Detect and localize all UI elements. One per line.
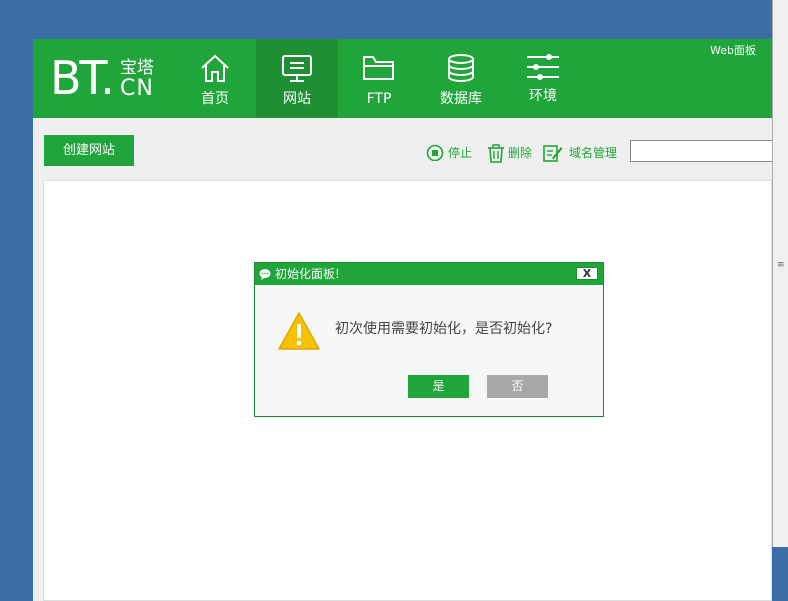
edit-document-icon [543, 145, 563, 162]
top-header: BT. 宝塔 CN 首页 网站 FTP 数据库 环境 Web面板 [33, 39, 772, 118]
logo-cn-top-text: 宝塔 [120, 58, 154, 78]
confirm-yes-button[interactable]: 是 [408, 375, 469, 398]
chat-bubble-icon [259, 269, 271, 280]
toolbar: 创建网站 停止 删除 域名管理 [33, 118, 772, 180]
page-scrollbar[interactable]: ≡ [772, 0, 788, 547]
create-website-button[interactable]: 创建网站 [44, 135, 134, 166]
nav-label-environment: 环境 [529, 88, 557, 104]
desktop-strip [772, 547, 788, 601]
logo-bt-text: BT. [50, 51, 115, 105]
database-icon [448, 54, 474, 82]
dialog-titlebar[interactable]: 初始化面板! [255, 263, 603, 285]
delete-label: 删除 [508, 146, 533, 160]
nav-item-database[interactable]: 数据库 [420, 39, 502, 118]
nav-item-ftp[interactable]: FTP [338, 39, 420, 118]
nav-label-website: 网站 [283, 91, 311, 107]
logo-cn-bottom-text: CN [120, 76, 154, 101]
dialog-message: 初次使用需要初始化，是否初始化? [335, 321, 553, 337]
stop-label: 停止 [448, 146, 473, 160]
nav-item-website[interactable]: 网站 [256, 39, 338, 118]
web-panel-label: Web面板 [710, 44, 756, 57]
trash-icon [488, 144, 504, 163]
dialog-title: 初始化面板! [275, 267, 340, 281]
stop-icon [426, 144, 444, 161]
folder-icon [363, 56, 394, 80]
stop-button[interactable]: 停止 [426, 143, 476, 163]
scrollbar-grip-icon: ≡ [777, 260, 785, 270]
nav-label-ftp: FTP [366, 91, 392, 107]
nav-label-home: 首页 [201, 91, 229, 107]
nav-label-database: 数据库 [440, 91, 482, 107]
sliders-icon [527, 54, 559, 80]
search-input[interactable] [630, 140, 772, 162]
confirm-no-button[interactable]: 否 [487, 375, 548, 398]
init-dialog: 初始化面板! X 初次使用需要初始化，是否初始化? 是 否 [254, 262, 604, 417]
domain-manage-label: 域名管理 [569, 146, 618, 160]
delete-button[interactable]: 删除 [487, 143, 537, 163]
domain-manage-button[interactable]: 域名管理 [543, 143, 623, 163]
home-icon [201, 54, 229, 82]
dialog-close-button[interactable]: X [576, 267, 598, 280]
warning-icon [278, 312, 320, 350]
monitor-icon [282, 55, 312, 82]
nav-item-home[interactable]: 首页 [174, 39, 256, 118]
nav-item-environment[interactable]: 环境 [502, 39, 584, 118]
